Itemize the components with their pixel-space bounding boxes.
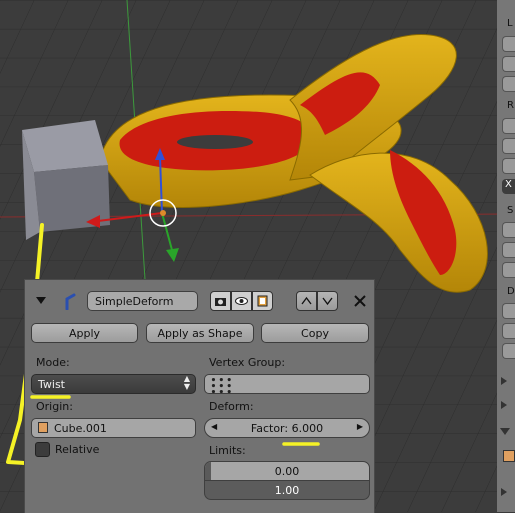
annotation-underlines: [30, 395, 320, 446]
